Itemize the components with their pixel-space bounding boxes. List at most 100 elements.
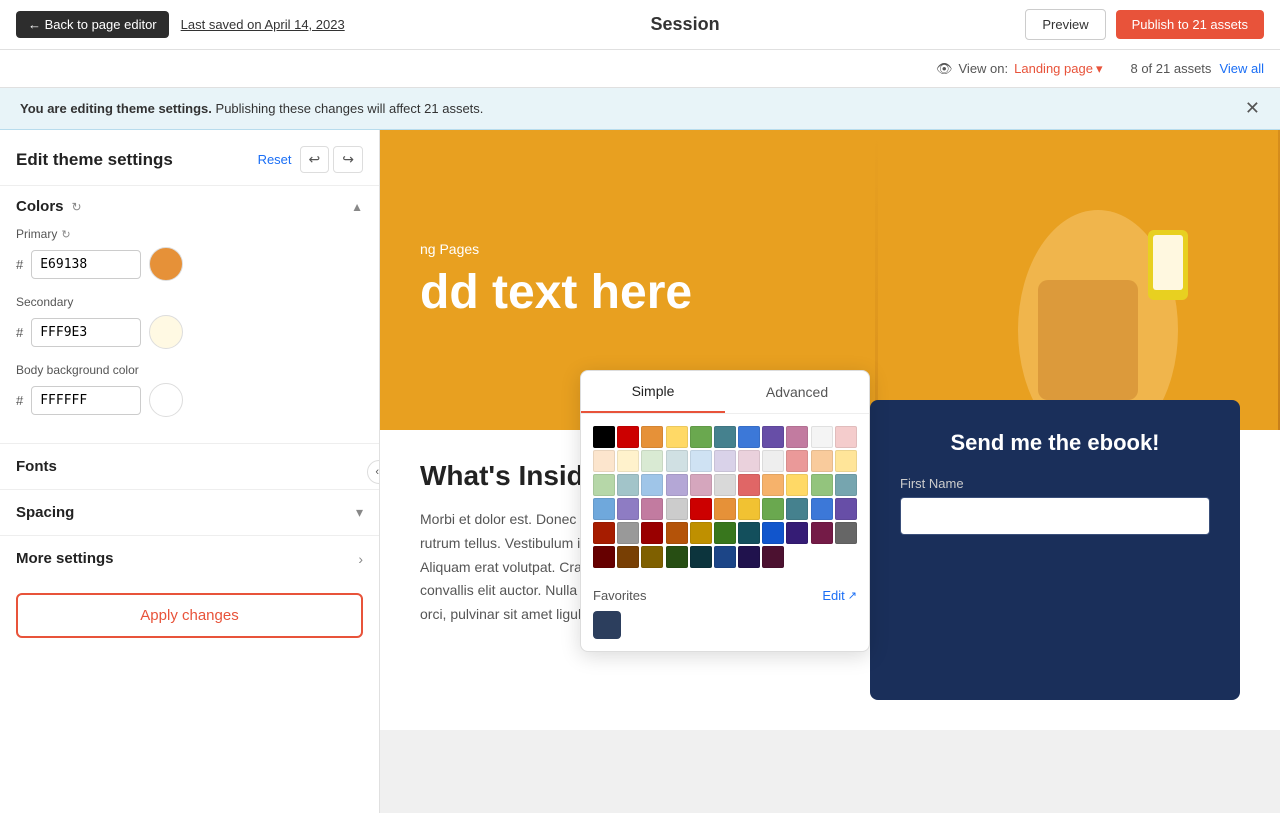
color-cell[interactable] xyxy=(690,474,712,496)
notification-bar: You are editing theme settings. Publishi… xyxy=(0,88,1280,130)
color-cell[interactable] xyxy=(641,450,663,472)
view-all-link[interactable]: View all xyxy=(1219,61,1264,76)
color-cell[interactable] xyxy=(593,522,615,544)
color-cell[interactable] xyxy=(690,426,712,448)
color-cell[interactable] xyxy=(811,426,833,448)
color-cell[interactable] xyxy=(835,450,857,472)
color-cell[interactable] xyxy=(738,546,760,568)
more-settings-section-header[interactable]: More settings › xyxy=(0,535,379,581)
color-cell[interactable] xyxy=(786,522,808,544)
hero-title: dd text here xyxy=(420,265,692,320)
primary-color-row: Primary ↻ # xyxy=(16,227,363,281)
color-cell[interactable] xyxy=(714,498,736,520)
color-cell[interactable] xyxy=(762,546,784,568)
color-cell[interactable] xyxy=(738,450,760,472)
preview-button[interactable]: Preview xyxy=(1025,9,1105,40)
secondary-color-input[interactable] xyxy=(31,318,141,347)
color-cell[interactable] xyxy=(666,522,688,544)
spacing-section-header[interactable]: Spacing ▾ xyxy=(0,489,379,535)
color-cell[interactable] xyxy=(811,522,833,544)
advanced-tab[interactable]: Advanced xyxy=(725,371,869,413)
color-cell[interactable] xyxy=(690,450,712,472)
color-grid xyxy=(581,414,869,580)
color-cell[interactable] xyxy=(762,522,784,544)
color-cell[interactable] xyxy=(835,474,857,496)
color-cell[interactable] xyxy=(641,522,663,544)
color-cell[interactable] xyxy=(714,450,736,472)
color-cell[interactable] xyxy=(690,522,712,544)
color-cell[interactable] xyxy=(786,498,808,520)
top-bar: ← Back to page editor Last saved on Apri… xyxy=(0,0,1280,50)
color-cell[interactable] xyxy=(714,474,736,496)
color-cell[interactable] xyxy=(641,474,663,496)
first-name-input[interactable] xyxy=(900,497,1210,535)
color-cell[interactable] xyxy=(690,498,712,520)
color-cell[interactable] xyxy=(786,450,808,472)
refresh-icon[interactable]: ↻ xyxy=(72,200,82,214)
secondary-color-swatch[interactable] xyxy=(149,315,183,349)
color-cell[interactable] xyxy=(762,474,784,496)
undo-button[interactable]: ↩ xyxy=(300,146,330,173)
primary-color-input[interactable] xyxy=(31,250,141,279)
color-cell[interactable] xyxy=(835,426,857,448)
color-cell[interactable] xyxy=(714,546,736,568)
color-cell[interactable] xyxy=(811,498,833,520)
last-saved-label[interactable]: Last saved on April 14, 2023 xyxy=(181,17,345,32)
color-cell[interactable] xyxy=(714,522,736,544)
fonts-section-header[interactable]: Fonts xyxy=(0,443,379,489)
favorite-color-swatch[interactable] xyxy=(593,611,621,639)
color-cell[interactable] xyxy=(762,450,784,472)
color-cell[interactable] xyxy=(641,546,663,568)
color-cell[interactable] xyxy=(666,498,688,520)
back-to-editor-button[interactable]: ← Back to page editor xyxy=(16,11,169,38)
color-cell[interactable] xyxy=(835,498,857,520)
color-cell[interactable] xyxy=(786,426,808,448)
color-cell[interactable] xyxy=(617,450,639,472)
color-cell[interactable] xyxy=(762,498,784,520)
color-cell[interactable] xyxy=(593,498,615,520)
hero-subtitle: ng Pages xyxy=(420,241,692,257)
color-cell[interactable] xyxy=(811,474,833,496)
color-cell[interactable] xyxy=(738,522,760,544)
apply-changes-button[interactable]: Apply changes xyxy=(16,593,363,638)
color-cell[interactable] xyxy=(617,474,639,496)
color-cell[interactable] xyxy=(641,498,663,520)
color-cell[interactable] xyxy=(738,426,760,448)
color-cell[interactable] xyxy=(617,546,639,568)
picker-tabs: Simple Advanced xyxy=(581,371,869,414)
color-cell[interactable] xyxy=(762,426,784,448)
color-cell[interactable] xyxy=(690,546,712,568)
color-cell[interactable] xyxy=(666,546,688,568)
color-cell[interactable] xyxy=(593,426,615,448)
close-notification-button[interactable]: ✕ xyxy=(1245,98,1260,119)
color-cell[interactable] xyxy=(666,450,688,472)
color-cell[interactable] xyxy=(786,474,808,496)
chevron-down-icon: ▾ xyxy=(1096,61,1103,77)
color-cell[interactable] xyxy=(666,474,688,496)
primary-color-swatch[interactable] xyxy=(149,247,183,281)
color-cell[interactable] xyxy=(617,426,639,448)
colors-section-left: Colors ↻ xyxy=(16,198,82,215)
color-cell[interactable] xyxy=(617,498,639,520)
color-cell[interactable] xyxy=(666,426,688,448)
color-cell[interactable] xyxy=(738,498,760,520)
reset-button[interactable]: Reset xyxy=(258,152,292,167)
redo-button[interactable]: ↪ xyxy=(333,146,363,173)
color-cell[interactable] xyxy=(593,474,615,496)
page-type-selector[interactable]: Landing page ▾ xyxy=(1014,61,1102,77)
color-cell[interactable] xyxy=(738,474,760,496)
body-bg-color-swatch[interactable] xyxy=(149,383,183,417)
primary-refresh-icon[interactable]: ↻ xyxy=(61,228,70,241)
edit-favorites-link[interactable]: Edit ↗ xyxy=(822,588,857,603)
color-cell[interactable] xyxy=(593,450,615,472)
body-bg-color-input[interactable] xyxy=(31,386,141,415)
color-cell[interactable] xyxy=(593,546,615,568)
simple-tab[interactable]: Simple xyxy=(581,371,725,413)
color-cell[interactable] xyxy=(835,522,857,544)
color-cell[interactable] xyxy=(811,450,833,472)
color-cell[interactable] xyxy=(641,426,663,448)
colors-section-header[interactable]: Colors ↻ ▲ xyxy=(0,185,379,227)
color-cell[interactable] xyxy=(617,522,639,544)
publish-button[interactable]: Publish to 21 assets xyxy=(1116,10,1264,39)
color-cell[interactable] xyxy=(714,426,736,448)
